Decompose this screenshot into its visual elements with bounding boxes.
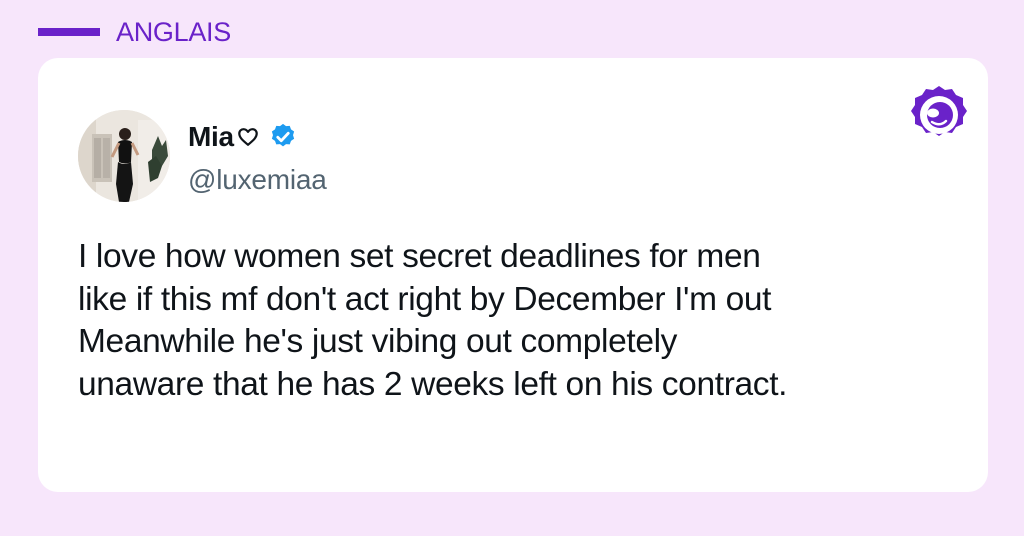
post-text-line: I love how women set secret deadlines fo… <box>78 238 761 275</box>
user-handle[interactable]: @luxemiaa <box>188 164 327 196</box>
category-tag: ANGLAIS <box>38 14 231 50</box>
category-tag-label: ANGLAIS <box>116 16 231 47</box>
post-text-line: unaware that he has 2 weeks left on his … <box>78 365 788 403</box>
post-text-line: like if this mf don't act right by Decem… <box>78 280 772 318</box>
tag-accent-bar <box>38 28 100 36</box>
display-name[interactable]: Mia <box>188 121 234 153</box>
user-name-row: Mia <box>188 119 298 155</box>
verified-badge-icon <box>268 122 298 152</box>
post-card: Mia @luxemiaa I love how women set secre… <box>38 58 988 492</box>
avatar[interactable] <box>78 110 170 202</box>
post-text-line: Meanwhile he's just vibing out completel… <box>78 323 678 360</box>
post-text: I love how women set secret deadlines fo… <box>78 236 978 406</box>
avatar-photo <box>78 110 170 202</box>
brand-badge-icon[interactable] <box>908 84 970 146</box>
heart-outline-icon <box>237 126 259 148</box>
